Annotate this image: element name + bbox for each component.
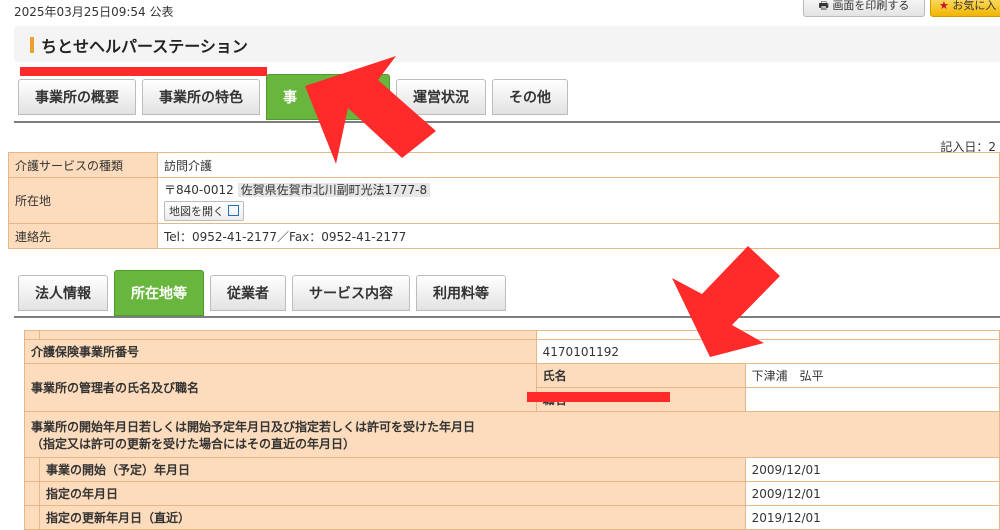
tab-business-active[interactable]: 事 bbox=[266, 74, 390, 120]
published-date: 2025年03月25日09:54 公表 bbox=[14, 5, 174, 19]
manager-position-value bbox=[744, 387, 1000, 412]
tab-staff[interactable]: 従業者 bbox=[210, 275, 286, 311]
address-label: 所在地 bbox=[8, 177, 158, 224]
manager-name-value: 下津浦 弘平 bbox=[744, 363, 1000, 388]
renewal-date-value: 2019/12/01 bbox=[744, 505, 1000, 530]
tab-location-active[interactable]: 所在地等 bbox=[114, 270, 204, 316]
tab-overview[interactable]: 事業所の概要 bbox=[18, 79, 136, 115]
redaction-bar-position bbox=[527, 392, 670, 402]
start-date-heading: 事業所の開始年月日若しくは開始予定年月日及び指定若しくは許可を受けた年月日 （指定… bbox=[24, 411, 1000, 458]
start-date-value: 2009/12/01 bbox=[744, 457, 1000, 482]
print-button[interactable]: 🖶 画面を印刷する bbox=[803, 0, 925, 17]
star-icon: ★ bbox=[939, 0, 953, 12]
facility-name: ちとせヘルパーステーション bbox=[41, 37, 248, 56]
address-value: 佐賀県佐賀市北川副町光法1777-8 bbox=[237, 182, 431, 197]
tab-fees[interactable]: 利用料等 bbox=[416, 275, 506, 311]
title-accent-mark bbox=[30, 37, 34, 53]
tab-service-content[interactable]: サービス内容 bbox=[292, 275, 410, 311]
favorite-button[interactable]: ★ お気に入 bbox=[930, 0, 1000, 17]
sub-tabs-underline bbox=[14, 316, 1000, 318]
manager-label: 事業所の管理者の氏名及び職名 bbox=[24, 363, 537, 412]
facility-info-table: 介護サービスの種類 訪問介護 所在地 〒840-0012 佐賀県佐賀市北川副町光… bbox=[8, 152, 1000, 249]
location-detail-table: 介護保険事業所番号 4170101192 事業所の管理者の氏名及び職名 氏名 下… bbox=[24, 330, 1000, 530]
main-tabs-underline bbox=[14, 121, 1000, 123]
office-number-value: 4170101192 bbox=[535, 339, 1000, 364]
external-link-icon bbox=[228, 204, 239, 216]
redaction-bar-top bbox=[20, 67, 267, 76]
designation-date-label: 指定の年月日 bbox=[39, 481, 746, 506]
contact-label: 連絡先 bbox=[8, 223, 158, 249]
manager-name-label: 氏名 bbox=[535, 363, 746, 388]
top-bar: 2025年03月25日09:54 公表 🖶 画面を印刷する ★ お気に入 bbox=[0, 0, 1000, 22]
sub-tabs: 法人情報 所在地等 従業者 サービス内容 利用料等 bbox=[18, 270, 506, 316]
address-cell: 〒840-0012 佐賀県佐賀市北川副町光法1777-8 地図を開く bbox=[157, 177, 1000, 224]
tab-other[interactable]: その他 bbox=[492, 79, 568, 115]
service-type-value: 訪問介護 bbox=[157, 152, 1000, 178]
start-date-label: 事業の開始（予定）年月日 bbox=[39, 457, 746, 482]
facility-title-bar: ちとせヘルパーステーション bbox=[14, 26, 1000, 62]
printer-icon: 🖶 bbox=[818, 0, 833, 12]
tab-operation-status[interactable]: 運営状況 bbox=[396, 79, 486, 115]
tab-features[interactable]: 事業所の特色 bbox=[142, 79, 260, 115]
postal-code: 〒840-0012 bbox=[164, 182, 234, 197]
service-type-label: 介護サービスの種類 bbox=[8, 152, 158, 178]
office-number-label: 介護保険事業所番号 bbox=[24, 339, 537, 364]
open-map-button[interactable]: 地図を開く bbox=[164, 200, 244, 221]
tab-corporate-info[interactable]: 法人情報 bbox=[18, 275, 108, 311]
main-tabs: 事業所の概要 事業所の特色 事 運営状況 その他 bbox=[18, 74, 568, 120]
contact-value: Tel：0952-41-2177／Fax：0952-41-2177 bbox=[157, 223, 1000, 249]
designation-date-value: 2009/12/01 bbox=[744, 481, 1000, 506]
renewal-date-label: 指定の更新年月日（直近） bbox=[39, 505, 746, 530]
